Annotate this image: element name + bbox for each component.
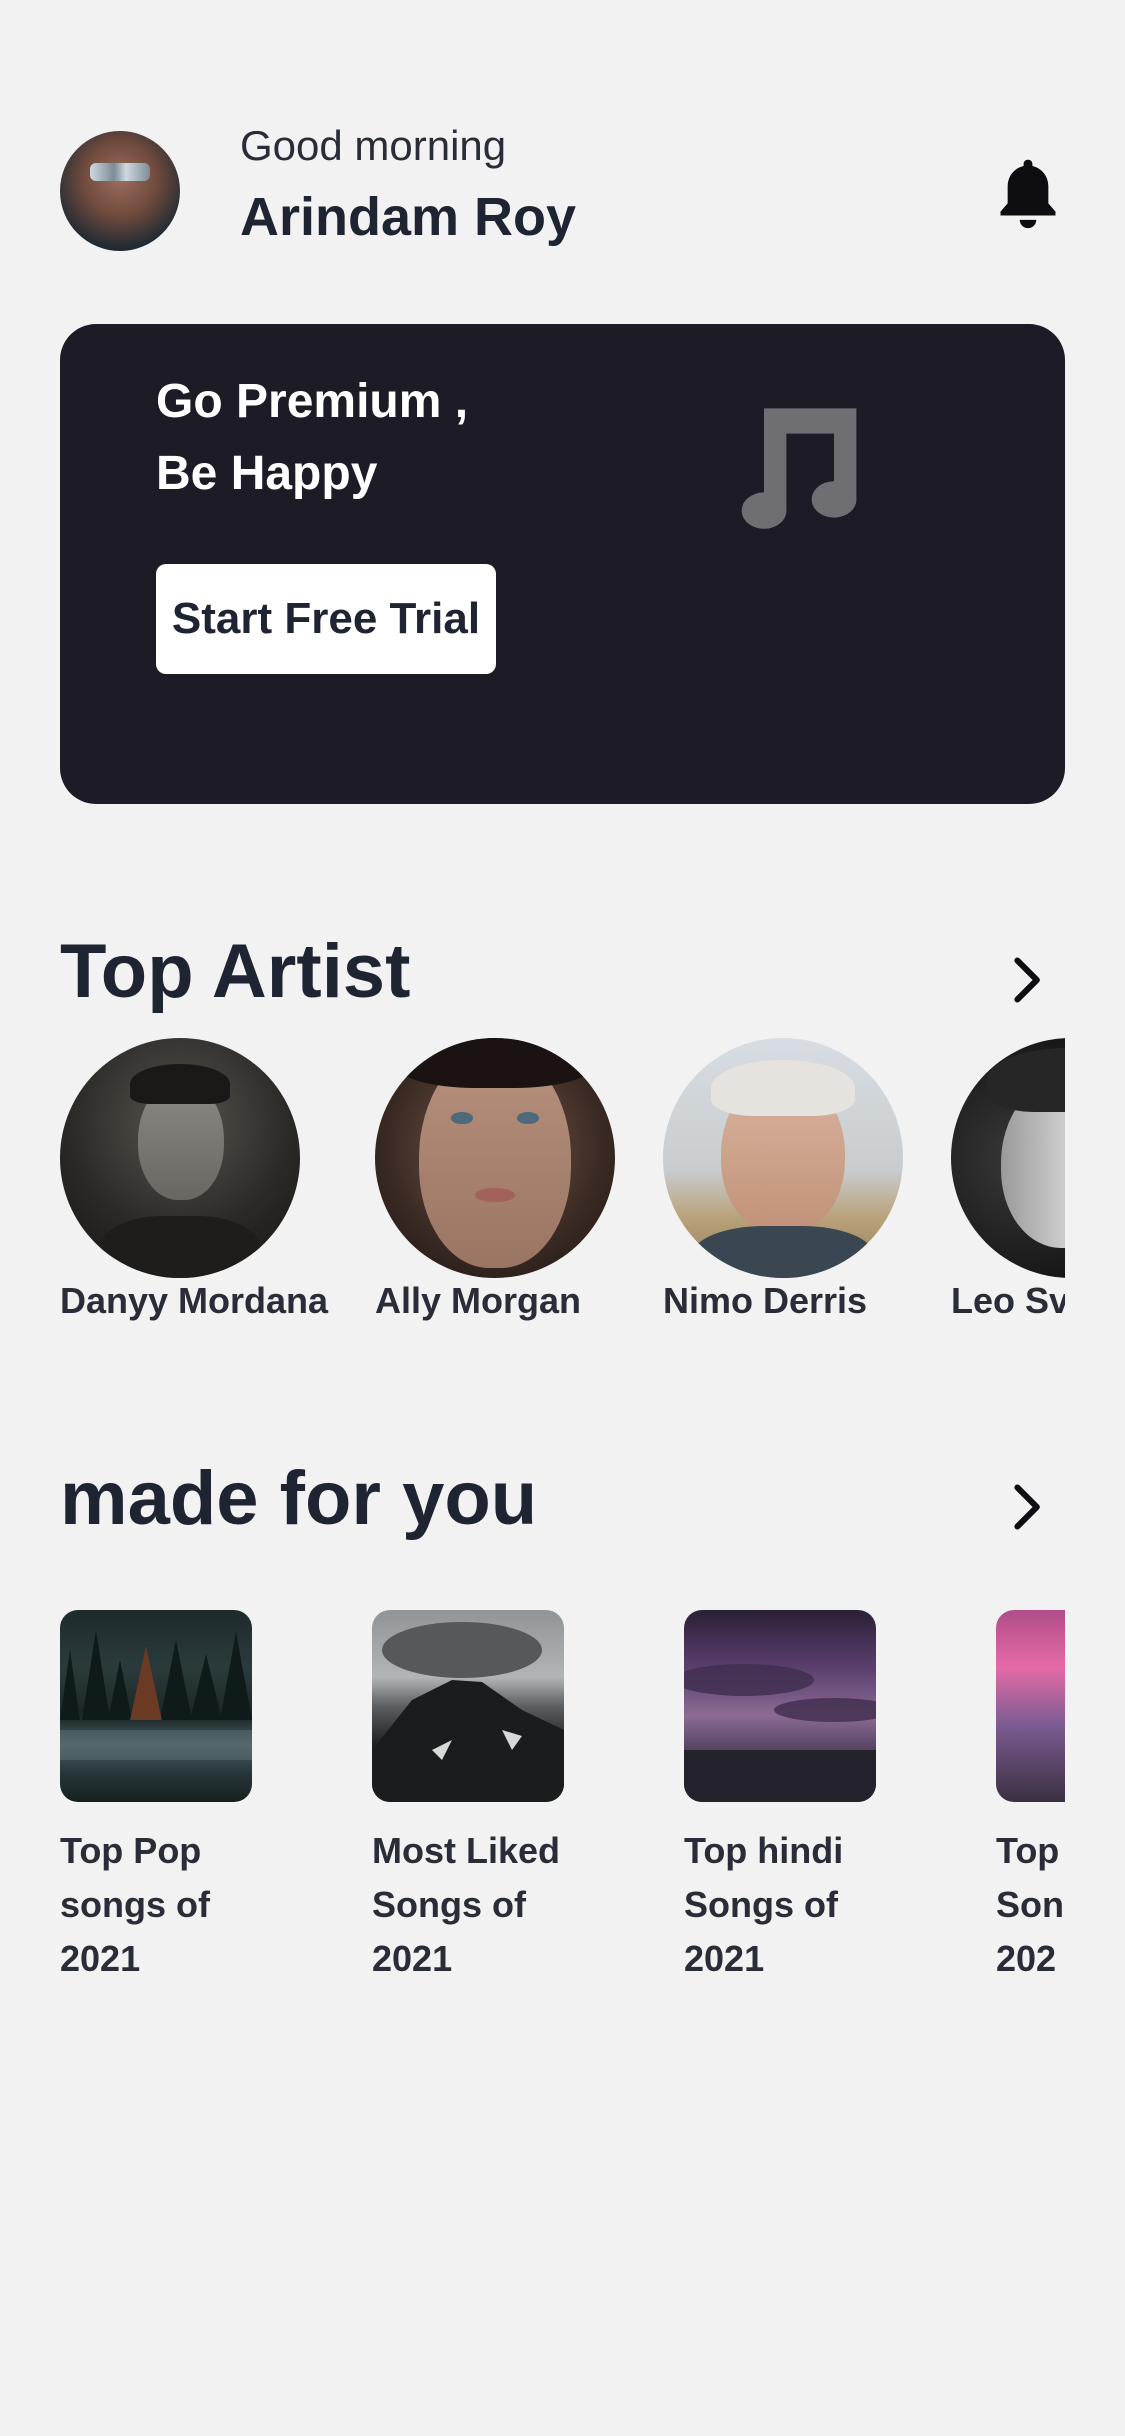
playlist-title: Top Son 202 bbox=[996, 1830, 1064, 1979]
playlist-card[interactable]: Top Son 202 bbox=[996, 1610, 1065, 1986]
artist-photo bbox=[663, 1038, 903, 1278]
home-screen: Good morning Arindam Roy Go Premium , Be… bbox=[0, 0, 1125, 2436]
artist-name: Leo Sv bbox=[951, 1280, 1065, 1321]
playlist-title: Top Pop songs of 2021 bbox=[60, 1830, 210, 1979]
artist-photo bbox=[60, 1038, 300, 1278]
artist-photo bbox=[375, 1038, 615, 1278]
top-artist-title: Top Artist bbox=[60, 929, 411, 1014]
artist-card[interactable]: Danyy Mordana bbox=[60, 1038, 329, 1322]
chevron-right-icon[interactable] bbox=[1010, 1484, 1046, 1530]
artist-name: Nimo Derris bbox=[663, 1280, 868, 1321]
artist-list: Danyy Mordana Ally Morgan Nimo Derris Le… bbox=[60, 1038, 1065, 1338]
playlist-cover bbox=[60, 1610, 252, 1802]
made-for-you-title: made for you bbox=[60, 1456, 538, 1541]
artist-card[interactable]: Nimo Derris bbox=[663, 1038, 903, 1322]
artist-card[interactable]: Ally Morgan bbox=[375, 1038, 615, 1322]
artist-name: Danyy Mordana bbox=[60, 1280, 329, 1321]
playlist-title: Most Liked Songs of 2021 bbox=[372, 1830, 561, 1979]
playlist-cover bbox=[996, 1610, 1065, 1802]
chevron-right-icon[interactable] bbox=[1010, 957, 1046, 1003]
playlist-cover bbox=[372, 1610, 564, 1802]
playlist-cover bbox=[684, 1610, 876, 1802]
music-note-icon bbox=[741, 408, 857, 529]
playlist-card[interactable]: Most Liked Songs of 2021 bbox=[372, 1610, 602, 1986]
user-name: Arindam Roy bbox=[240, 187, 577, 247]
banner-headline: Go Premium , bbox=[156, 375, 469, 428]
playlist-list: Top Pop songs of 2021 Most Liked Songs o… bbox=[60, 1610, 1065, 1990]
playlist-card[interactable]: Top hindi Songs of 2021 bbox=[684, 1610, 914, 1986]
user-avatar[interactable] bbox=[60, 131, 180, 251]
artist-photo bbox=[951, 1038, 1065, 1278]
premium-banner: Go Premium , Be Happy Start Free Trial bbox=[60, 324, 1065, 804]
playlist-card[interactable]: Top Pop songs of 2021 bbox=[60, 1610, 290, 1986]
greeting-text: Good morning bbox=[240, 122, 507, 169]
banner-subheadline: Be Happy bbox=[156, 447, 378, 500]
playlist-title: Top hindi Songs of 2021 bbox=[684, 1830, 844, 1979]
start-free-trial-button[interactable]: Start Free Trial bbox=[156, 564, 496, 674]
bell-icon[interactable] bbox=[995, 155, 1061, 233]
artist-name: Ally Morgan bbox=[375, 1280, 582, 1321]
artist-card[interactable]: Leo Sv bbox=[951, 1038, 1065, 1322]
sunglasses-detail bbox=[90, 163, 150, 181]
